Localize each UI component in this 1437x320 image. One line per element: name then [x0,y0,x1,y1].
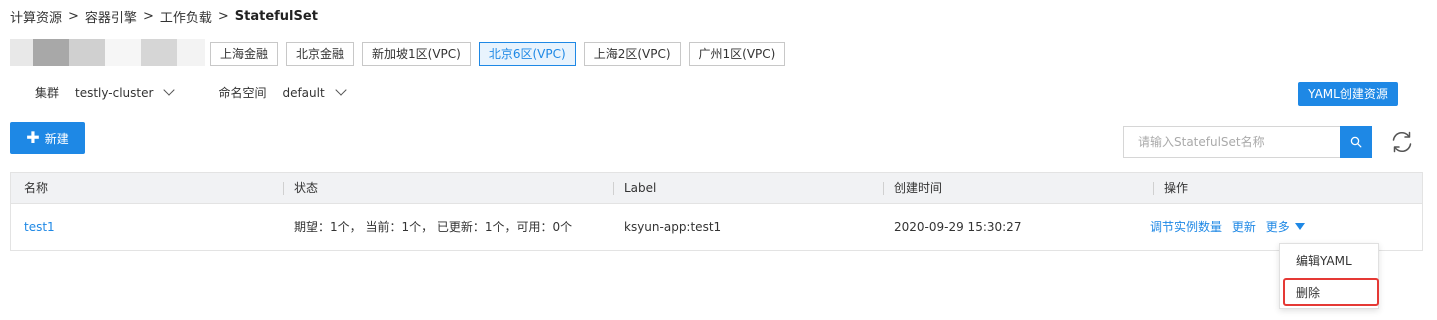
redacted-block [69,39,105,66]
region-guangzhou-1[interactable]: 广州1区(VPC) [688,42,786,66]
caret-down-icon [1294,223,1305,230]
column-header-status: 状态 [294,181,319,195]
chevron-down-icon [335,84,347,96]
column-header-actions: 操作 [1164,181,1189,195]
more-dropdown-menu: 编辑YAML 删除 [1279,243,1379,309]
new-button-label: 新建 [44,131,69,146]
page-title: StatefulSet [234,9,318,24]
column-divider [1153,182,1154,195]
new-button[interactable]: ✚ 新建 [10,122,85,154]
menu-item-edit-yaml[interactable]: 编辑YAML [1296,252,1352,269]
breadcrumb-item-container-engine[interactable]: 容器引擎 [85,11,137,26]
table-row: test1 期望：1个， 当前：1个， 已更新：1个，可用：0个 ksyun-a… [11,204,1422,250]
breadcrumb-item-compute[interactable]: 计算资源 [10,11,62,26]
yaml-create-button[interactable]: YAML创建资源 [1298,82,1398,106]
menu-item-delete[interactable]: 删除 [1296,284,1320,301]
chevron-down-icon [163,84,176,96]
redacted-block [177,39,205,66]
plus-icon: ✚ [26,128,40,147]
breadcrumb-separator: > [142,9,154,24]
region-beijing-finance[interactable]: 北京金融 [286,42,355,66]
cluster-value: testly-cluster [75,85,154,100]
region-singapore-1[interactable]: 新加坡1区(VPC) [362,42,471,66]
row-status: 期望：1个， 当前：1个， 已更新：1个，可用：0个 [294,220,573,234]
redacted-block [105,39,141,66]
row-name-link[interactable]: test1 [24,204,55,250]
redacted-block [141,39,177,66]
namespace-value: default [282,85,325,100]
namespace-select[interactable]: default [282,84,347,100]
column-divider [883,182,884,195]
column-header-created: 创建时间 [894,181,943,195]
cluster-label: 集群 [35,86,60,100]
refresh-icon[interactable] [1389,129,1415,155]
cluster-select[interactable]: testly-cluster [75,84,176,100]
column-divider [613,182,614,195]
more-label: 更多 [1265,220,1290,234]
filter-bar: 集群 testly-cluster 命名空间 default [35,84,347,101]
statefulset-table: 名称 状态 Label 创建时间 操作 test1 期望：1个， 当前：1个， … [10,172,1423,251]
search-box [1123,126,1372,158]
search-icon [1350,136,1362,148]
namespace-label: 命名空间 [218,86,267,100]
search-button[interactable] [1340,126,1372,158]
search-input[interactable] [1123,126,1340,158]
breadcrumb-separator: > [68,9,79,24]
column-header-name: 名称 [24,181,49,195]
redacted-block [33,39,69,66]
breadcrumb-separator: > [217,9,229,24]
column-header-label: Label [624,181,657,195]
table-header: 名称 状态 Label 创建时间 操作 [11,173,1422,204]
column-divider [283,182,284,195]
redacted-block [10,39,33,66]
redacted-project-selector[interactable] [10,39,205,66]
region-beijing-6[interactable]: 北京6区(VPC) [478,42,576,66]
more-dropdown-toggle[interactable]: 更多 [1266,220,1305,234]
region-tabs: 上海金融 北京金融 新加坡1区(VPC) 北京6区(VPC) 上海2区(VPC)… [210,42,786,66]
row-label: ksyun-app:test1 [624,220,722,234]
row-created-time: 2020-09-29 15:30:27 [894,220,1022,234]
breadcrumb: 计算资源 > 容器引擎 > 工作负载 > StatefulSet [10,7,318,26]
update-link[interactable]: 更新 [1232,220,1256,234]
breadcrumb-item-workload[interactable]: 工作负载 [160,11,212,26]
region-shanghai-finance[interactable]: 上海金融 [210,42,279,66]
region-shanghai-2[interactable]: 上海2区(VPC) [583,42,681,66]
scale-instances-link[interactable]: 调节实例数量 [1150,220,1222,234]
